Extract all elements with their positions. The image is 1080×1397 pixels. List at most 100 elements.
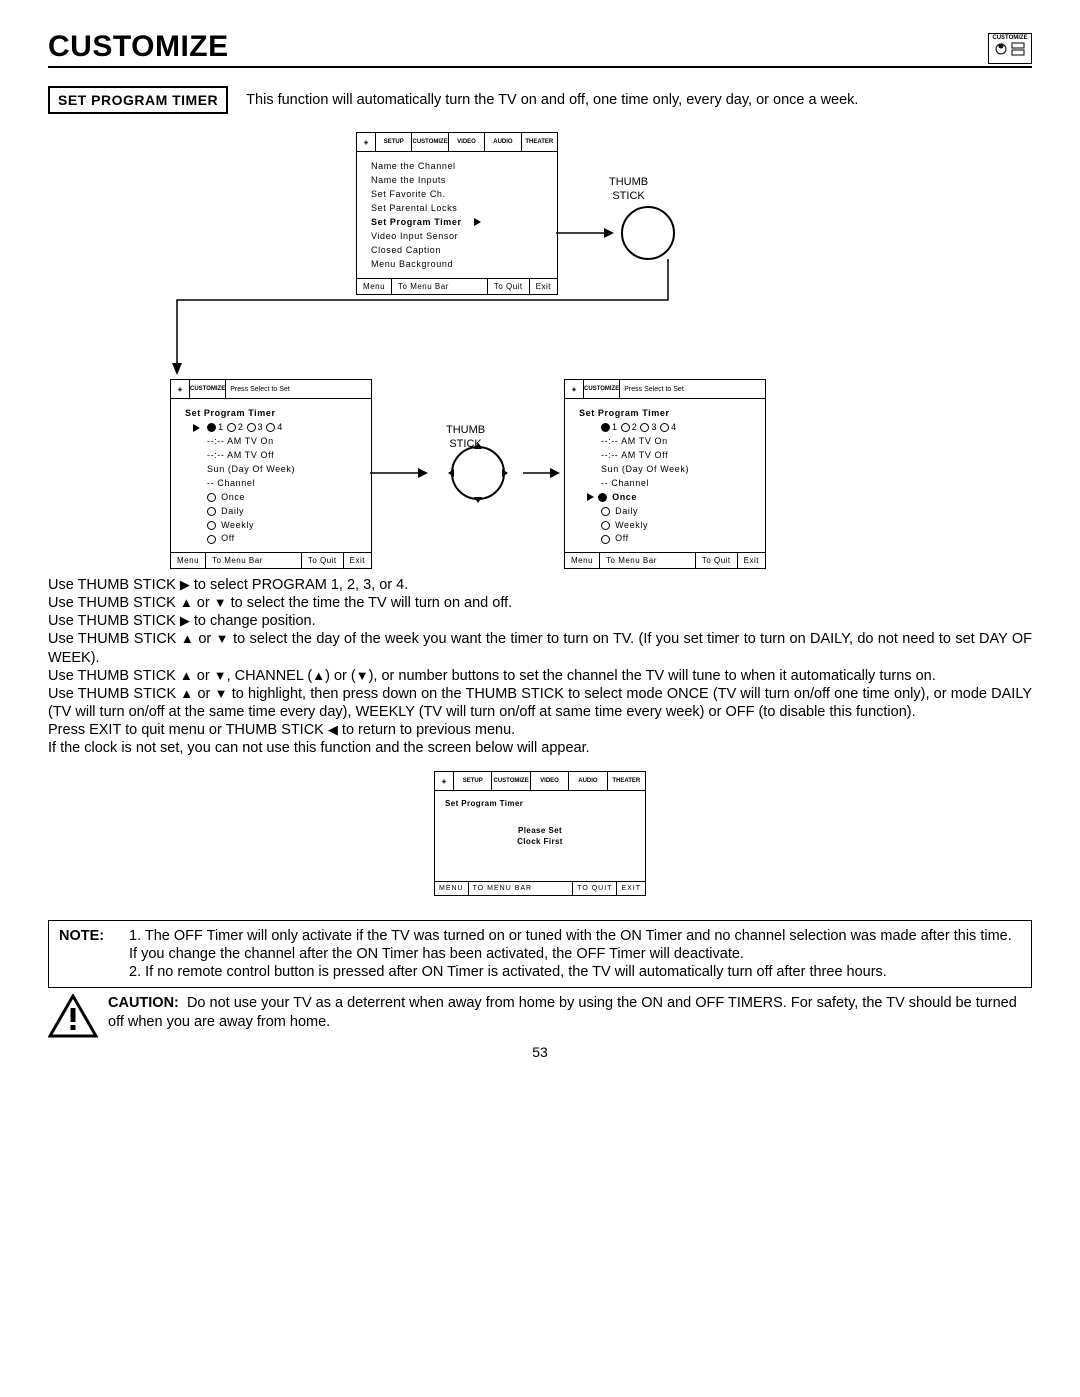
radio-empty-icon (660, 423, 669, 432)
arrow-right-icon (587, 493, 594, 501)
tab-customize-small: CUSTOMIZE (190, 380, 226, 398)
clock-title: Set Program Timer (445, 799, 635, 808)
triangle-down-icon: ▼ (214, 595, 227, 610)
screen3-body: Set Program Timer 1 2 3 4 --:-- AM TV On… (565, 399, 765, 552)
mode-row-selected: Once (587, 491, 755, 505)
tab-audio: AUDIO (485, 133, 521, 151)
menu-item: Name the Inputs (371, 174, 547, 188)
caution-body: CAUTION: Do not use your TV as a deterre… (108, 994, 1032, 1030)
menubar-dot-icon: ◈ (171, 380, 190, 398)
triangle-left-icon: ◀ (328, 722, 338, 737)
radio-empty-icon (207, 507, 216, 516)
tab-video: VIDEO (449, 133, 485, 151)
triangle-up-icon: ▲ (180, 668, 193, 683)
radio-empty-icon (266, 423, 275, 432)
radio-empty-icon (601, 535, 610, 544)
mode-row: Off (207, 532, 361, 546)
foot-menu: Menu (171, 553, 205, 568)
arrow-right-icon (193, 424, 200, 432)
thumb-stick-label-1: THUMB STICK (609, 176, 648, 204)
caution-text: Do not use your TV as a deterrent when a… (108, 995, 1017, 1029)
foot-quit: To Quit (301, 553, 343, 568)
radio-empty-icon (227, 423, 236, 432)
triangle-up-icon: ▲ (180, 686, 193, 701)
radio-empty-icon (207, 493, 216, 502)
foot-exit: EXIT (616, 882, 645, 895)
menubar-clock: ◈ SETUP CUSTOMIZE VIDEO AUDIO THEATER (435, 772, 645, 791)
timer-line: --:-- AM TV Off (207, 449, 361, 463)
screen2-footer: Menu To Menu Bar To Quit Exit (171, 552, 371, 568)
radio-empty-icon (207, 521, 216, 530)
foot-exit: Exit (737, 553, 765, 568)
intro-row: SET PROGRAM TIMER This function will aut… (48, 86, 1032, 114)
tab-customize: CUSTOMIZE (412, 133, 448, 151)
instruction-line: Use THUMB STICK ▶ to select PROGRAM 1, 2… (48, 576, 1032, 594)
section-label-box: SET PROGRAM TIMER (48, 86, 228, 114)
foot-menu: MENU (435, 882, 468, 895)
tab-video: VIDEO (531, 772, 569, 790)
note-label: NOTE: (59, 927, 113, 981)
timer-line: --:-- AM TV On (601, 435, 755, 449)
menubar-dot-icon: ◈ (435, 772, 454, 790)
radio-filled-icon (601, 423, 610, 432)
mode-row: Once (207, 491, 361, 505)
timer-line: --:-- AM TV On (207, 435, 361, 449)
instruction-line: Press EXIT to quit menu or THUMB STICK ◀… (48, 721, 1032, 739)
mode-row: Off (601, 532, 755, 546)
timer-line: Sun (Day Of Week) (601, 463, 755, 477)
triangle-down-icon: ▼ (216, 631, 229, 646)
foot-quit: To Quit (695, 553, 737, 568)
press-select-label: Press Select to Set (620, 380, 765, 398)
press-select-label: Press Select to Set (226, 380, 371, 398)
timer-line: Sun (Day Of Week) (207, 463, 361, 477)
menu-item-selected: Set Program Timer (371, 216, 547, 230)
connector-line-1 (154, 230, 674, 385)
tab-audio: AUDIO (569, 772, 607, 790)
radio-empty-icon (621, 423, 630, 432)
menubar-dot-icon: ◈ (565, 380, 584, 398)
caution-row: CAUTION: Do not use your TV as a deterre… (48, 994, 1032, 1038)
foot-quit: TO QUIT (572, 882, 616, 895)
tab-setup: SETUP (376, 133, 412, 151)
program-row: 1 2 3 4 (193, 421, 361, 435)
foot-mid: To Menu Bar (599, 553, 695, 568)
instruction-line: Use THUMB STICK ▲ or ▼ to select the tim… (48, 594, 1032, 612)
triangle-down-icon: ▼ (215, 686, 228, 701)
tab-theater: THEATER (522, 133, 557, 151)
screen3-footer: Menu To Menu Bar To Quit Exit (565, 552, 765, 568)
corner-customize-icon: CUSTOMIZE (988, 33, 1032, 64)
mode-row: Weekly (601, 519, 755, 533)
timer-line: -- Channel (601, 477, 755, 491)
screen2-body: Set Program Timer 1 2 3 4 --:-- AM TV On… (171, 399, 371, 552)
timer-line: --:-- AM TV Off (601, 449, 755, 463)
screen2-title: Set Program Timer (185, 407, 361, 421)
clock-body: Set Program Timer Please Set Clock First (435, 791, 645, 881)
menubar-dot-icon: ◈ (357, 133, 376, 151)
note-text: 1. The OFF Timer will only activate if t… (129, 927, 1021, 981)
screen3-title: Set Program Timer (579, 407, 755, 421)
instruction-line: If the clock is not set, you can not use… (48, 739, 1032, 757)
page-number: 53 (48, 1044, 1032, 1060)
tab-customize: CUSTOMIZE (492, 772, 530, 790)
instructions-block: Use THUMB STICK ▶ to select PROGRAM 1, 2… (48, 576, 1032, 757)
screen-clock-first: ◈ SETUP CUSTOMIZE VIDEO AUDIO THEATER Se… (434, 771, 646, 896)
tab-customize-small: CUSTOMIZE (584, 380, 620, 398)
menu-item: Name the Channel (371, 160, 547, 174)
triangle-down-icon: ▼ (356, 668, 369, 683)
screen-program-timer-left: ◈ CUSTOMIZE Press Select to Set Set Prog… (170, 379, 372, 569)
screen-program-timer-right: ◈ CUSTOMIZE Press Select to Set Set Prog… (564, 379, 766, 569)
radio-empty-icon (247, 423, 256, 432)
instruction-line: Use THUMB STICK ▲ or ▼, CHANNEL (▲) or (… (48, 667, 1032, 685)
caution-label: CAUTION: (108, 995, 179, 1011)
menubar-1: ◈ SETUP CUSTOMIZE VIDEO AUDIO THEATER (357, 133, 557, 152)
header: CUSTOMIZE CUSTOMIZE (48, 30, 1032, 68)
triangle-up-icon: ▲ (181, 631, 194, 646)
radio-empty-icon (207, 535, 216, 544)
foot-mid: TO MENU BAR (468, 882, 573, 895)
menu-item: Set Favorite Ch. (371, 188, 547, 202)
diagram-area: ◈ SETUP CUSTOMIZE VIDEO AUDIO THEATER Na… (48, 126, 1032, 576)
triangle-up-icon: ▲ (312, 668, 325, 683)
page-title: CUSTOMIZE (48, 30, 229, 64)
radio-empty-icon (601, 521, 610, 530)
tab-setup: SETUP (454, 772, 492, 790)
